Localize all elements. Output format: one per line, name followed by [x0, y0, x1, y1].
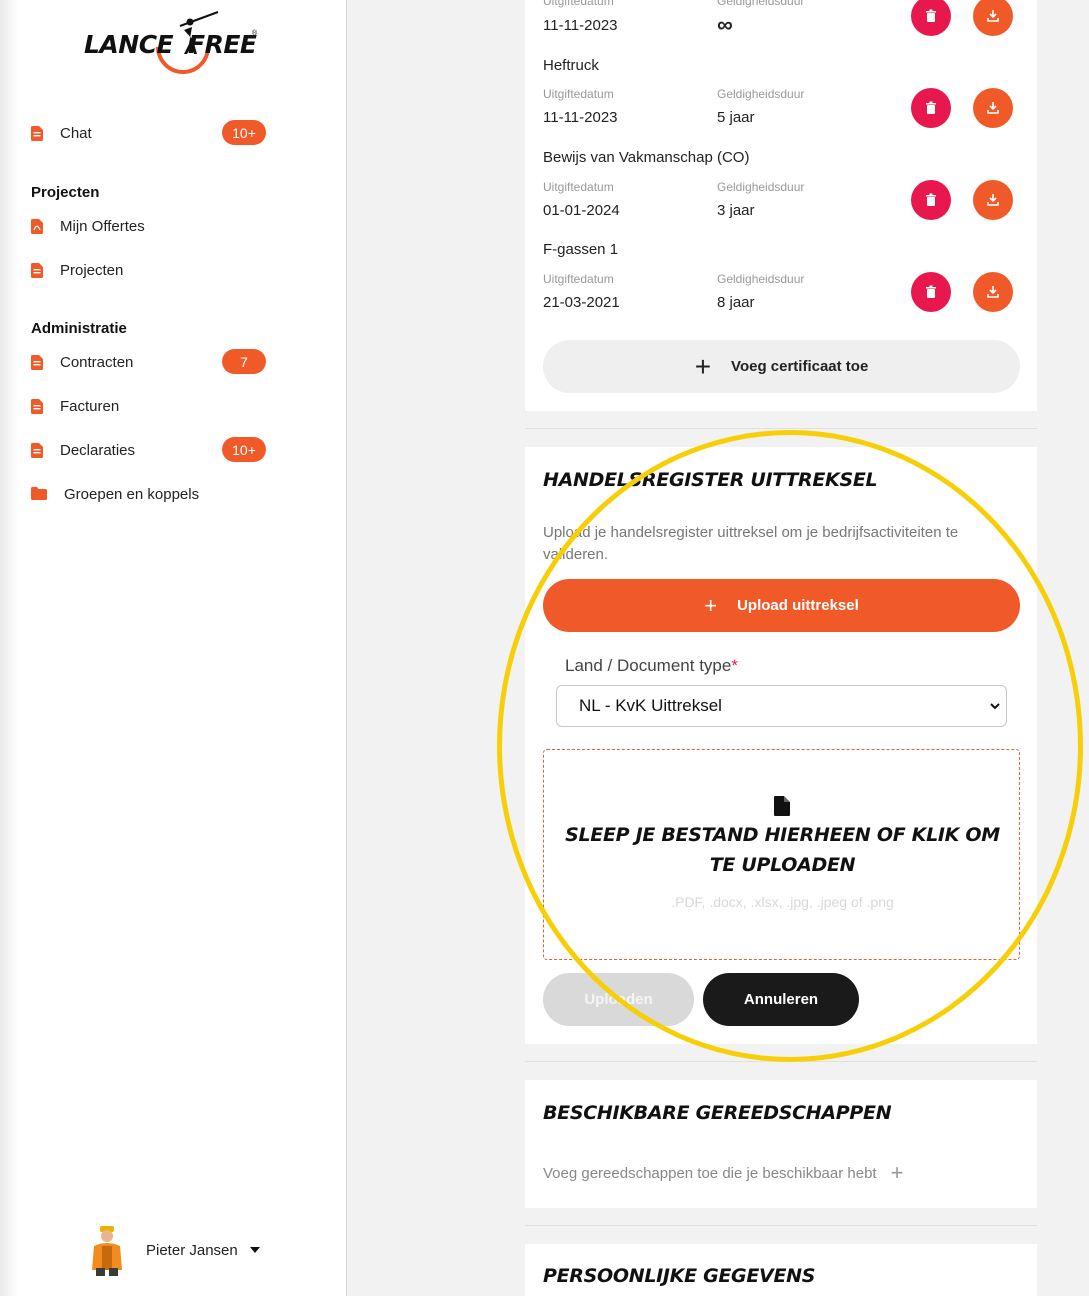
validity-label: Geldigheidsduur [717, 180, 805, 194]
sidebar-item-invoices[interactable]: Facturen [31, 392, 119, 420]
logo-text: LANCE FREE [84, 30, 257, 59]
dropzone-title: SLEEP JE BESTAND HIERHEEN OF KLIK OM TE … [565, 824, 1000, 876]
delete-certificate-button[interactable] [911, 180, 951, 220]
upload-extract-label: Upload uittreksel [737, 597, 859, 614]
issue-date-value: 11-11-2023 [543, 17, 618, 34]
download-certificate-button[interactable] [973, 180, 1013, 220]
file-dropzone[interactable]: SLEEP JE BESTAND HIERHEEN OF KLIK OM TE … [543, 749, 1020, 960]
validity-value: 8 jaar [717, 294, 755, 311]
document-type-label-text: Land / Document type [565, 656, 732, 675]
folder-icon [31, 486, 47, 502]
logo-figure-icon [179, 11, 219, 54]
download-icon [987, 286, 999, 298]
issue-date-label: Uitgiftedatum [543, 87, 614, 101]
validity-value: ∞ [717, 12, 733, 37]
sidebar-item-label: Mijn Offertes [60, 217, 145, 235]
document-icon [31, 262, 43, 278]
document-icon [31, 125, 43, 141]
sidebar-item-offers[interactable]: Mijn Offertes [31, 212, 145, 240]
brand-logo[interactable]: LANCE FREE ® [84, 8, 264, 86]
add-tools-link[interactable]: Voeg gereedschappen toe die je beschikba… [543, 1162, 903, 1184]
user-name: Pieter Jansen [146, 1241, 238, 1259]
tools-title: BESCHIKBARE GEREEDSCHAPPEN [543, 1102, 892, 1124]
delete-certificate-button[interactable] [911, 88, 951, 128]
cancel-button[interactable]: Annuleren [703, 973, 859, 1026]
upload-extract-button[interactable]: + Upload uittreksel [543, 579, 1020, 632]
chevron-down-icon [990, 703, 1000, 710]
section-administration: Administratie [31, 320, 127, 337]
issue-date-label: Uitgiftedatum [543, 0, 614, 8]
download-certificate-button[interactable] [973, 88, 1013, 128]
certificate-name: F-gassen 1 [543, 241, 619, 258]
plus-icon[interactable]: + [891, 1162, 904, 1184]
sidebar-item-groups[interactable]: Groepen en koppels [31, 480, 199, 508]
divider [525, 428, 1037, 429]
logo-left: LANCE [84, 30, 174, 59]
issue-date-value: 21-03-2021 [543, 294, 620, 311]
required-mark: * [731, 656, 738, 675]
logo-registered: ® [252, 30, 258, 37]
trash-icon [926, 9, 936, 22]
certificate-name: Bewijs van Vakmanschap (CO) [543, 149, 750, 166]
sidebar-item-label: Chat [60, 124, 92, 142]
chat-badge: 10+ [222, 120, 266, 145]
sidebar-item-label: Projecten [60, 261, 124, 279]
sidebar-item-label: Declaraties [60, 441, 136, 459]
personal-title: PERSOONLIJKE GEGEVENS [543, 1265, 816, 1287]
contracts-badge: 7 [222, 349, 266, 374]
issue-date-value: 11-11-2023 [543, 109, 618, 126]
upload-submit-button[interactable]: Uploaden [543, 973, 694, 1026]
sidebar: LANCE FREE ® Chat 10+ Projecten Mijn Off… [0, 0, 347, 1296]
download-icon [987, 194, 999, 206]
certificate-name: Heftruck [543, 57, 599, 74]
pdf-icon [31, 218, 43, 234]
document-icon [31, 354, 43, 370]
sidebar-item-label: Groepen en koppels [64, 485, 200, 503]
sidebar-shadow [0, 0, 18, 1296]
sidebar-item-declarations[interactable]: Declaraties [31, 436, 135, 464]
file-icon [774, 796, 790, 816]
trade-register-title: HANDELSREGISTER UITTREKSEL [543, 469, 878, 491]
tools-card [525, 1080, 1037, 1208]
plus-icon: + [704, 592, 718, 618]
divider [525, 1061, 1037, 1062]
issue-date-label: Uitgiftedatum [543, 272, 614, 286]
document-type-select[interactable]: NL - KvK Uittreksel [556, 685, 1007, 727]
validity-value: 5 jaar [717, 109, 755, 126]
sidebar-item-label: Contracten [60, 353, 134, 371]
sidebar-item-label: Facturen [60, 397, 120, 415]
section-projects: Projecten [31, 184, 100, 201]
document-icon [31, 442, 43, 458]
sidebar-item-contracts[interactable]: Contracten [31, 348, 133, 376]
validity-label: Geldigheidsduur [717, 87, 805, 101]
delete-certificate-button[interactable] [911, 272, 951, 312]
trash-icon [926, 193, 936, 206]
declarations-badge: 10+ [222, 437, 266, 462]
download-icon [987, 102, 999, 114]
document-type-value: NL - KvK Uittreksel [579, 696, 722, 715]
document-icon [31, 398, 43, 414]
add-certificate-label: Voeg certificaat toe [731, 358, 869, 375]
download-certificate-button[interactable] [973, 272, 1013, 312]
sidebar-item-projects[interactable]: Projecten [31, 256, 123, 284]
trade-register-description: Upload je handelsregister uittreksel om … [543, 524, 959, 563]
caret-down-icon[interactable] [249, 1247, 260, 1253]
validity-label: Geldigheidsduur [717, 272, 805, 286]
add-certificate-button[interactable]: + Voeg certificaat toe [543, 340, 1020, 393]
issue-date-label: Uitgiftedatum [543, 180, 614, 194]
plus-icon: + [694, 350, 712, 382]
validity-value: 3 jaar [717, 202, 755, 219]
dropzone-hint: .PDF, .docx, .xlsx, .jpg, .jpeg of .png [671, 894, 894, 910]
avatar [92, 1226, 122, 1276]
sidebar-item-chat[interactable]: Chat [31, 119, 92, 147]
trash-icon [926, 101, 936, 114]
document-type-label: Land / Document type* [565, 656, 738, 676]
add-tools-text: Voeg gereedschappen toe die je beschikba… [543, 1164, 877, 1182]
download-icon [987, 10, 999, 22]
issue-date-value: 01-01-2024 [543, 202, 620, 219]
divider [525, 1225, 1037, 1226]
user-menu[interactable]: Pieter Jansen [88, 1224, 260, 1276]
validity-label: Geldigheidsduur [717, 0, 805, 8]
trash-icon [926, 285, 936, 298]
